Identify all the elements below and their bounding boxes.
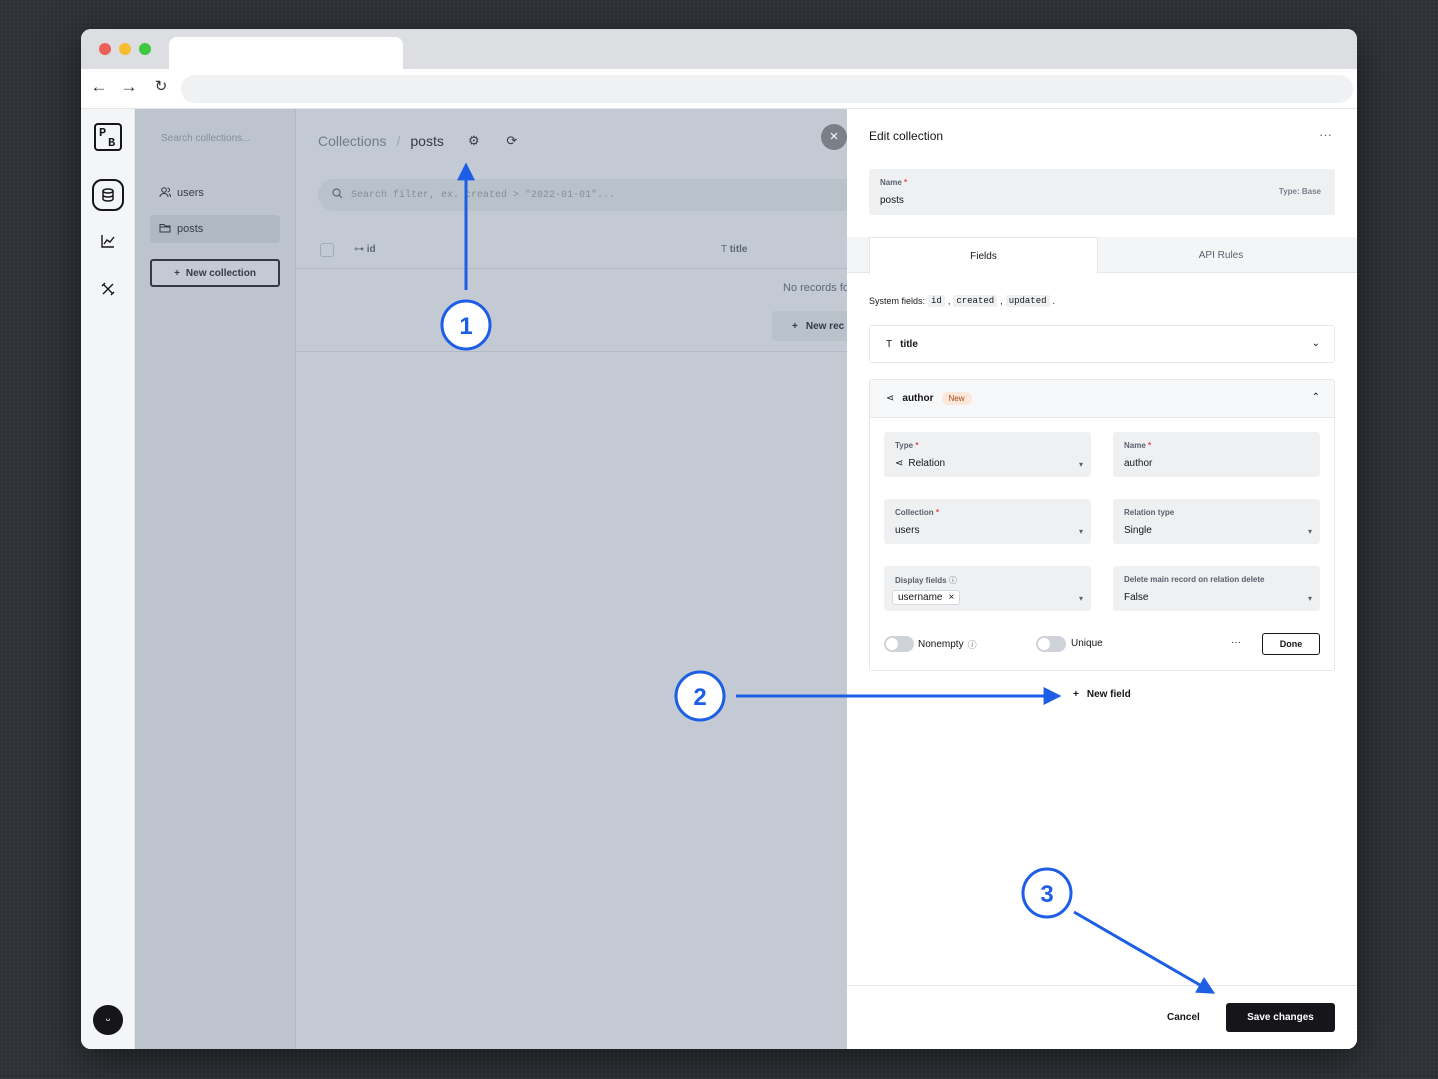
cancel-button[interactable]: Cancel (1167, 1012, 1200, 1023)
system-field-updated: updated (1005, 295, 1050, 307)
maximize-window-dot[interactable] (139, 43, 151, 55)
forward-arrow-icon[interactable]: → (119, 77, 139, 97)
tools-icon[interactable] (92, 273, 124, 305)
relation-type-select[interactable]: Relation type Single ▾ (1113, 499, 1320, 544)
display-fields-select[interactable]: Display fields ⓘ username × ▾ (884, 566, 1091, 611)
chevron-down-icon[interactable]: ⌄ (1312, 338, 1320, 349)
save-changes-button[interactable]: Save changes (1226, 1003, 1335, 1032)
nonempty-label: Nonempty ⓘ (918, 638, 977, 651)
back-arrow-icon[interactable]: ← (89, 77, 109, 97)
system-fields-label: System fields: (869, 296, 926, 306)
relation-icon: ⋖ (886, 393, 895, 404)
minimize-window-dot[interactable] (119, 43, 131, 55)
edit-collection-panel: Edit collection ··· Name * posts Type: B… (847, 109, 1357, 1049)
field-name-input[interactable]: Name * author (1113, 432, 1320, 477)
panel-footer-divider (847, 985, 1357, 986)
plus-icon: + (1073, 689, 1079, 700)
relation-icon: ⋖ (895, 458, 904, 469)
close-panel-icon[interactable]: × (821, 124, 847, 150)
unique-label: Unique (1071, 638, 1103, 649)
panel-tabs: Fields API Rules (847, 237, 1357, 274)
caret-down-icon: ▾ (1307, 594, 1312, 603)
done-button[interactable]: Done (1262, 633, 1320, 655)
field-card-title[interactable]: T title ⌄ (869, 325, 1335, 363)
remove-chip-icon[interactable]: × (948, 592, 954, 603)
address-bar[interactable] (181, 75, 1353, 103)
field-name: title (900, 339, 918, 350)
info-icon[interactable]: ⓘ (968, 638, 977, 651)
modal-overlay[interactable] (135, 109, 847, 1049)
avatar[interactable]: ᵕ (93, 1005, 123, 1035)
panel-title: Edit collection (869, 129, 944, 143)
system-field-created: created (953, 295, 998, 307)
caret-down-icon: ▾ (1307, 527, 1312, 536)
unique-toggle[interactable] (1036, 636, 1066, 652)
field-more-options-icon[interactable]: ··· (1231, 637, 1241, 648)
text-icon: T (886, 339, 893, 350)
tab-fields[interactable]: Fields (869, 237, 1098, 274)
database-icon[interactable] (92, 179, 124, 211)
reload-icon[interactable]: ↻ (151, 77, 171, 97)
app: PB ᵕ Search collections... users posts +… (81, 109, 1357, 1049)
browser-window: ← → ↻ PB ᵕ Search collections... users p… (81, 29, 1357, 1049)
system-field-id: id (928, 295, 945, 307)
tab-api-rules[interactable]: API Rules (1107, 237, 1335, 273)
pocketbase-logo[interactable]: PB (94, 123, 122, 151)
field-value: posts (880, 195, 904, 206)
more-options-icon[interactable]: ··· (1319, 127, 1332, 142)
collection-name-field[interactable]: Name * posts Type: Base (869, 169, 1335, 215)
type-select[interactable]: Type * ⋖ Relation ▾ (884, 432, 1091, 477)
system-fields: System fields: id, created, updated. (869, 295, 1056, 307)
caret-down-icon: ▾ (1078, 594, 1083, 603)
type-base-label: Type: Base (1278, 187, 1321, 196)
title-bar (81, 29, 1357, 69)
display-field-chip: username × (892, 590, 961, 605)
caret-down-icon: ▾ (1078, 460, 1083, 469)
icon-rail: PB ᵕ (81, 109, 135, 1049)
field-label: Name (880, 178, 902, 187)
new-field-button[interactable]: + New field (1073, 689, 1131, 700)
chart-icon[interactable] (92, 225, 124, 257)
field-name: author (902, 393, 934, 404)
caret-down-icon: ▾ (1078, 527, 1083, 536)
chevron-up-icon[interactable]: ⌃ (1312, 392, 1320, 403)
nav-bar: ← → ↻ (81, 69, 1357, 109)
nonempty-toggle[interactable] (884, 636, 914, 652)
close-window-dot[interactable] (99, 43, 111, 55)
info-icon[interactable]: ⓘ (949, 576, 957, 585)
new-badge: New (941, 392, 972, 405)
field-card-author: ⋖ author New ⌃ Type * ⋖ Relation ▾ Name *… (869, 379, 1335, 671)
collection-select[interactable]: Collection * users ▾ (884, 499, 1091, 544)
browser-tab[interactable] (169, 37, 403, 69)
delete-on-relation-select[interactable]: Delete main record on relation delete Fa… (1113, 566, 1320, 611)
